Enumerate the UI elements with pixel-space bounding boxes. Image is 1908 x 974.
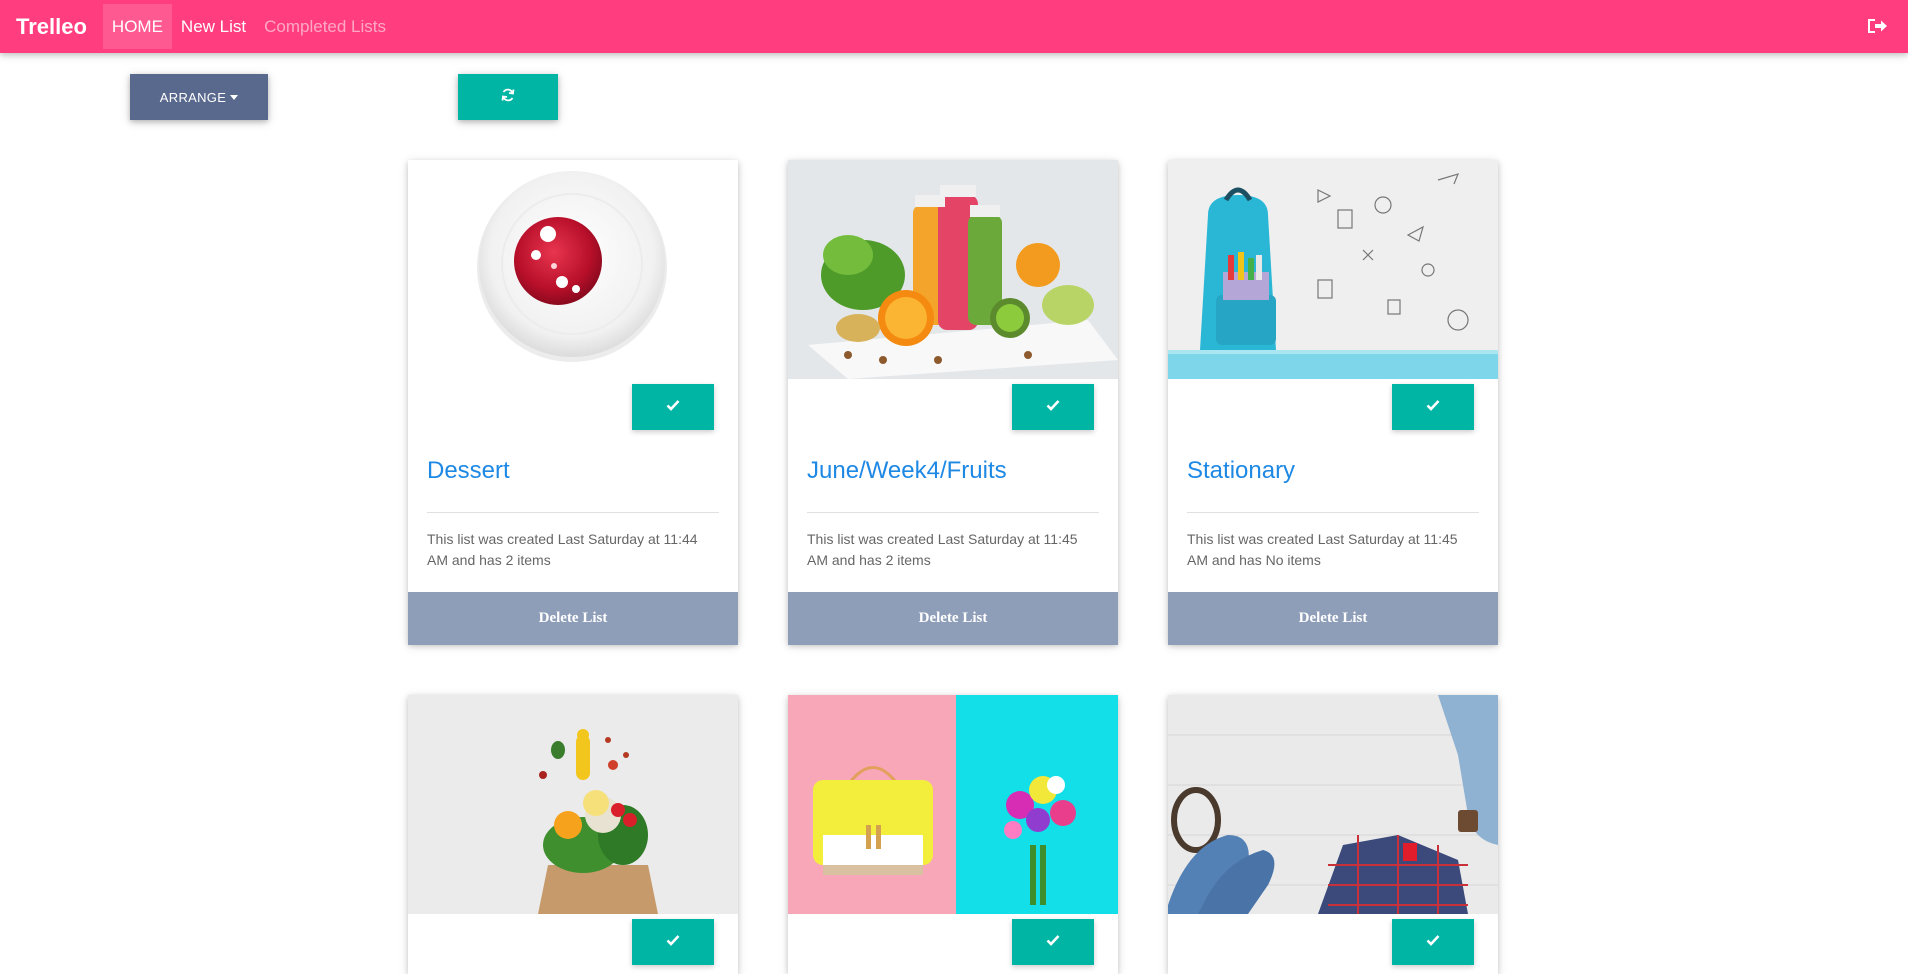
nav-link-completed-lists[interactable]: Completed Lists xyxy=(255,4,395,49)
navbar: Trelleo HOME New List Completed Lists xyxy=(0,0,1908,53)
arrange-dropdown-button[interactable]: ARRANGE xyxy=(130,74,268,120)
check-icon xyxy=(1046,933,1060,951)
dessert-image xyxy=(408,160,738,379)
list-card: June/Week4/Fruits This list was created … xyxy=(788,160,1118,645)
card-divider xyxy=(1187,512,1479,513)
list-title[interactable]: June/Week4/Fruits xyxy=(807,457,1007,485)
refresh-icon xyxy=(501,88,515,107)
delete-list-button[interactable]: Delete List xyxy=(408,592,738,645)
complete-list-button[interactable] xyxy=(1392,384,1474,430)
list-card: Stationary This list was created Last Sa… xyxy=(1168,160,1498,645)
complete-list-button[interactable] xyxy=(1012,919,1094,965)
list-card: Dessert This list was created Last Satur… xyxy=(408,160,738,645)
list-title[interactable]: Stationary xyxy=(1187,457,1295,485)
refresh-button[interactable] xyxy=(458,74,558,120)
nav-link-new-list[interactable]: New List xyxy=(172,4,255,49)
list-title[interactable]: Dessert xyxy=(427,457,510,485)
complete-list-button[interactable] xyxy=(1012,384,1094,430)
check-icon xyxy=(666,933,680,951)
list-description: This list was created Last Saturday at 1… xyxy=(807,531,1078,568)
complete-list-button[interactable] xyxy=(632,919,714,965)
list-card xyxy=(408,695,738,974)
nav-link-home[interactable]: HOME xyxy=(102,4,172,49)
arrange-label: ARRANGE xyxy=(159,89,227,105)
clothes-image xyxy=(1168,695,1498,914)
list-card xyxy=(788,695,1118,974)
check-icon xyxy=(666,398,680,416)
list-card xyxy=(1168,695,1498,974)
brand-logo[interactable]: Trelleo xyxy=(16,14,87,40)
check-icon xyxy=(1046,398,1060,416)
list-description: This list was created Last Saturday at 1… xyxy=(427,531,698,568)
card-divider xyxy=(807,512,1099,513)
complete-list-button[interactable] xyxy=(1392,919,1474,965)
check-icon xyxy=(1426,933,1440,951)
stationary-image xyxy=(1168,160,1498,379)
bag-flowers-image xyxy=(788,695,1118,914)
card-divider xyxy=(427,512,719,513)
delete-list-button[interactable]: Delete List xyxy=(788,592,1118,645)
delete-list-button[interactable]: Delete List xyxy=(1168,592,1498,645)
caret-down-icon xyxy=(230,94,239,100)
fruits-image xyxy=(788,160,1118,379)
list-description: This list was created Last Saturday at 1… xyxy=(1187,531,1458,568)
groceries-image xyxy=(408,695,738,914)
complete-list-button[interactable] xyxy=(632,384,714,430)
sign-out-icon[interactable] xyxy=(1866,16,1888,36)
check-icon xyxy=(1426,398,1440,416)
